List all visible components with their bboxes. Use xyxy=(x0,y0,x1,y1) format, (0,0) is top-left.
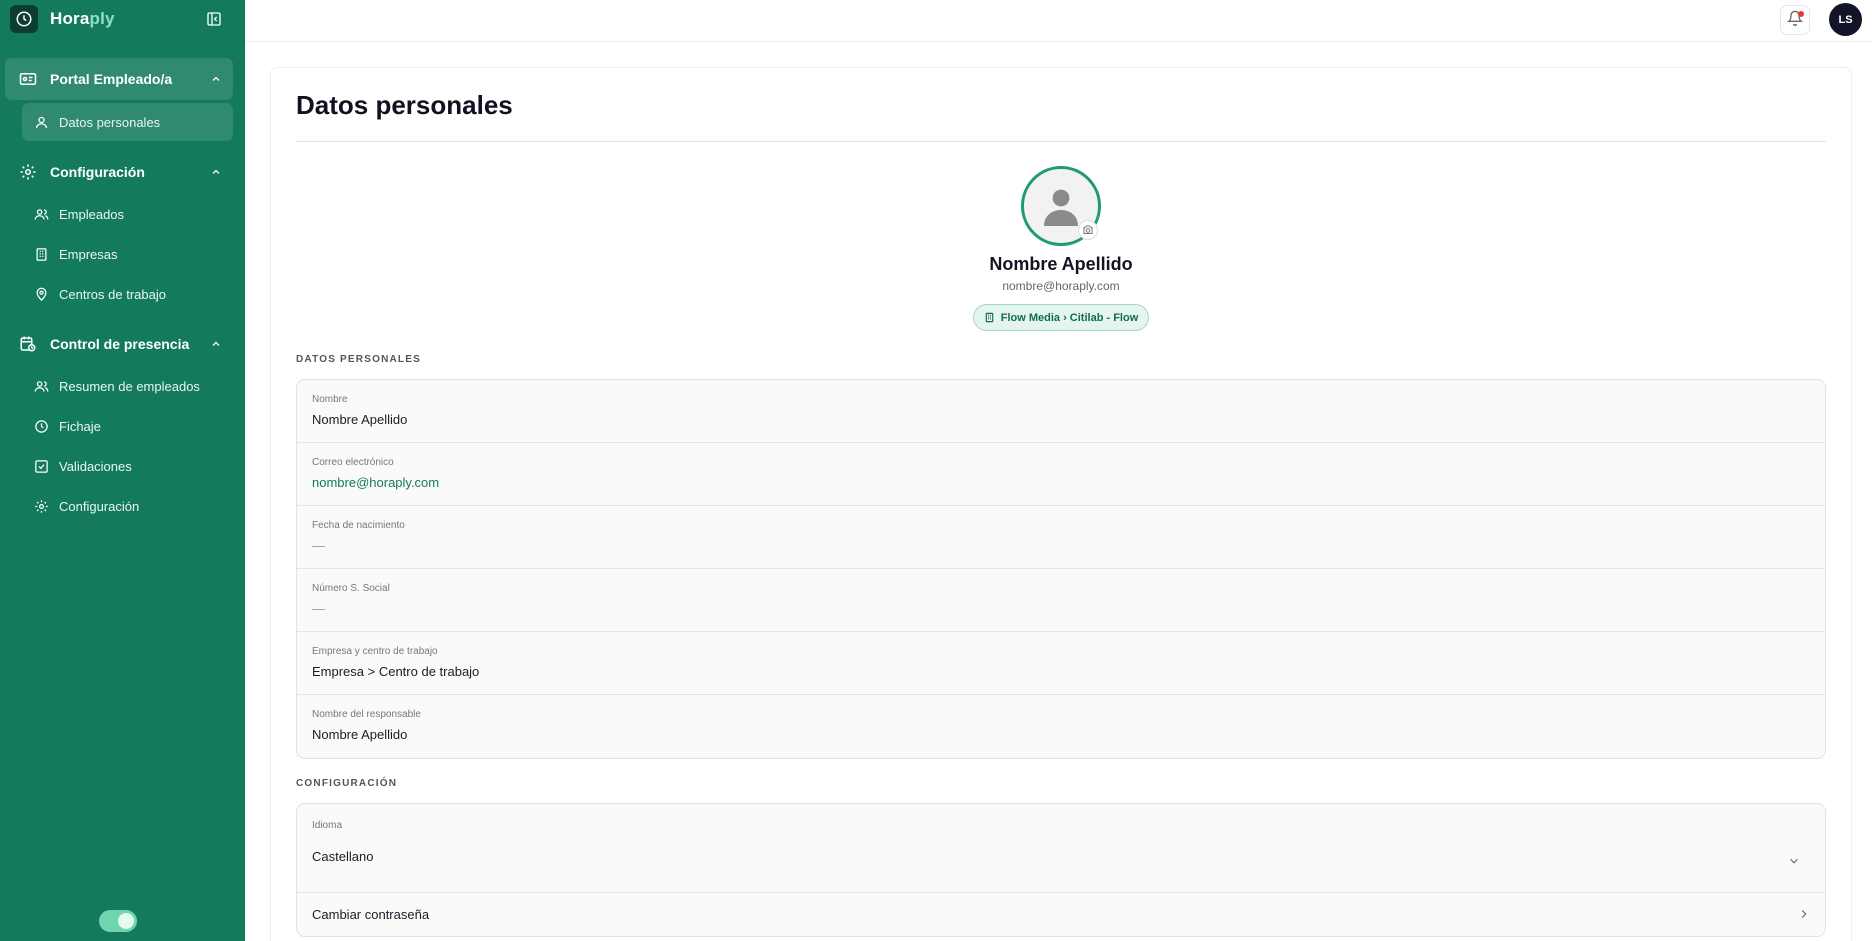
sidebar-item-validaciones[interactable]: Validaciones xyxy=(22,447,233,485)
email-link[interactable]: nombre@horaply.com xyxy=(312,475,1810,490)
topbar: LS xyxy=(245,0,1872,42)
calendar-clock-icon xyxy=(18,334,38,354)
field-label: Número S. Social xyxy=(312,583,390,594)
sidebar-collapse-icon[interactable] xyxy=(205,10,223,28)
clock-icon xyxy=(33,418,49,434)
field-label: Idioma xyxy=(312,820,343,831)
sidebar-item-label: Empresas xyxy=(59,246,118,262)
change-password-row[interactable]: Cambiar contraseña xyxy=(297,893,1825,936)
personal-data-group: Nombre Nombre Apellido Correo electrónic… xyxy=(296,379,1826,759)
field-label: Nombre xyxy=(312,394,348,405)
page-title: Datos personales xyxy=(296,90,513,120)
sidebar-item-label: Empleados xyxy=(59,206,125,222)
profile-email: nombre@horaply.com xyxy=(1002,279,1120,293)
section-header-configuracion[interactable]: Configuración xyxy=(5,151,233,193)
language-select[interactable]: Idioma Castellano xyxy=(297,804,1825,893)
profile-header: Nombre Apellido nombre@horaply.com Flow … xyxy=(271,166,1851,331)
user-placeholder-icon xyxy=(1044,189,1078,226)
change-password-label: Cambiar contraseña xyxy=(312,907,430,922)
sidebar-item-empleados[interactable]: Empleados xyxy=(22,195,233,233)
field-label: Nombre del responsable xyxy=(312,709,421,720)
nav-section-configuracion: Configuración Empleados Empresas Centros… xyxy=(0,151,245,313)
field-label: Fecha de nacimiento xyxy=(312,520,405,531)
sidebar-item-label: Validaciones xyxy=(59,458,132,474)
checkbox-icon xyxy=(33,458,49,474)
building-icon xyxy=(33,246,49,262)
field-empresa-centro: Empresa y centro de trabajo Empresa > Ce… xyxy=(297,632,1825,695)
org-badge-label: Flow Media › Citilab - Flow xyxy=(1000,311,1139,324)
brand-name: Horaply xyxy=(50,9,115,28)
chevron-down-icon xyxy=(1787,854,1801,868)
section-label: Control de presencia xyxy=(50,336,190,352)
language-value: Castellano xyxy=(312,849,374,864)
sidebar-item-configuracion-presencia[interactable]: Configuración xyxy=(22,487,233,525)
sidebar-item-label: Resumen de empleados xyxy=(59,378,200,394)
main-content: Datos personales Nombre Apellido nombre@… xyxy=(270,67,1852,941)
sidebar-item-label: Datos personales xyxy=(59,114,161,130)
section-label: Portal Empleado/a xyxy=(50,71,173,87)
gear-icon xyxy=(33,498,49,514)
section-label-datos-personales: DATOS PERSONALES xyxy=(296,354,421,365)
chevron-up-icon[interactable] xyxy=(209,337,223,351)
section-label-configuracion: CONFIGURACIÓN xyxy=(296,778,398,789)
id-card-icon xyxy=(18,69,38,89)
sidebar-item-label: Configuración xyxy=(59,498,140,514)
field-value: — xyxy=(312,538,325,553)
notification-dot xyxy=(1798,11,1804,17)
profile-avatar[interactable] xyxy=(1021,166,1101,246)
chevron-up-icon[interactable] xyxy=(209,165,223,179)
map-pin-icon xyxy=(33,286,49,302)
org-badge[interactable]: Flow Media › Citilab - Flow xyxy=(972,304,1150,331)
section-header-portal[interactable]: Portal Empleado/a xyxy=(5,58,233,100)
field-label: Empresa y centro de trabajo xyxy=(312,646,438,657)
field-value: Nombre Apellido xyxy=(312,727,408,742)
change-photo-button[interactable] xyxy=(1078,220,1098,240)
theme-toggle[interactable] xyxy=(99,910,137,932)
chevron-up-icon[interactable] xyxy=(209,72,223,86)
user-avatar[interactable]: LS xyxy=(1829,3,1862,36)
building-icon xyxy=(984,312,995,323)
chevron-right-icon xyxy=(1797,907,1811,921)
user-icon xyxy=(33,114,49,130)
nav-section-control-presencia: Control de presencia Resumen de empleado… xyxy=(0,323,245,525)
sidebar-item-label: Centros de trabajo xyxy=(59,286,166,302)
field-label: Correo electrónico xyxy=(312,457,394,468)
section-label: Configuración xyxy=(50,164,145,180)
field-value: Nombre Apellido xyxy=(312,412,408,427)
sidebar: Horaply Portal Empleado/a Datos personal… xyxy=(0,0,245,941)
sidebar-item-empresas[interactable]: Empresas xyxy=(22,235,233,273)
users-icon xyxy=(33,378,49,394)
sidebar-item-datos-personales[interactable]: Datos personales xyxy=(22,103,233,141)
field-responsable: Nombre del responsable Nombre Apellido xyxy=(297,695,1825,758)
sidebar-item-label: Fichaje xyxy=(59,418,101,434)
sidebar-item-fichaje[interactable]: Fichaje xyxy=(22,407,233,445)
field-fecha-nacimiento: Fecha de nacimiento — xyxy=(297,506,1825,569)
field-value: Empresa > Centro de trabajo xyxy=(312,664,480,679)
clock-logo-icon[interactable] xyxy=(10,5,38,33)
field-nombre: Nombre Nombre Apellido xyxy=(297,380,1825,443)
camera-icon xyxy=(1083,225,1093,234)
gear-icon xyxy=(18,162,38,182)
notifications-button[interactable] xyxy=(1780,5,1810,35)
sidebar-item-centros-de-trabajo[interactable]: Centros de trabajo xyxy=(22,275,233,313)
nav-section-portal: Portal Empleado/a Datos personales xyxy=(0,58,245,141)
field-correo: Correo electrónico nombre@horaply.com xyxy=(297,443,1825,506)
config-group: Idioma Castellano Cambiar contraseña xyxy=(296,803,1826,937)
profile-name: Nombre Apellido xyxy=(989,254,1133,274)
field-numero-ss: Número S. Social — xyxy=(297,569,1825,632)
divider xyxy=(296,141,1826,142)
brand: Horaply xyxy=(0,0,245,38)
field-value: — xyxy=(312,601,325,616)
sidebar-item-resumen-empleados[interactable]: Resumen de empleados xyxy=(22,367,233,405)
users-icon xyxy=(33,206,49,222)
section-header-control-presencia[interactable]: Control de presencia xyxy=(5,323,233,365)
